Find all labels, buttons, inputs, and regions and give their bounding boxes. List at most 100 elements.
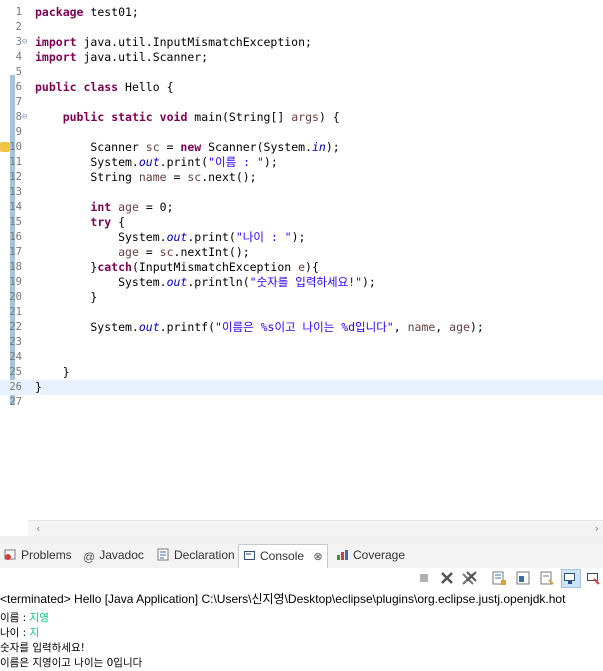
- tab-declaration-label: Declaration: [174, 548, 235, 562]
- code-text: System.out.print("이름 : ");: [35, 155, 278, 169]
- tab-console[interactable]: Console ⊗: [238, 544, 328, 570]
- console-prompt: 이름 :: [0, 612, 30, 624]
- code-line[interactable]: 11 System.out.print("이름 : ");: [0, 155, 603, 170]
- code-text: }: [35, 290, 98, 304]
- code-line[interactable]: 18 }catch(InputMismatchException e){: [0, 260, 603, 275]
- coverage-icon: [336, 546, 349, 560]
- line-number: 6: [15, 81, 22, 93]
- remove-launch-icon[interactable]: [439, 570, 455, 586]
- code-text: }: [35, 380, 42, 394]
- line-number: 13: [9, 186, 22, 198]
- scroll-left-icon[interactable]: ‹: [36, 522, 40, 535]
- code-text: int age = 0;: [90, 200, 174, 214]
- code-line[interactable]: 26}: [0, 380, 603, 395]
- line-number: 4: [15, 51, 22, 63]
- code-line[interactable]: 13: [0, 185, 603, 200]
- word-wrap-icon[interactable]: [515, 570, 531, 586]
- code-text: import java.util.Scanner;: [35, 50, 209, 64]
- code-line[interactable]: 17 age = sc.nextInt();: [0, 245, 603, 260]
- code-line[interactable]: 15 try {: [0, 215, 603, 230]
- code-line[interactable]: 2: [0, 20, 603, 35]
- code-line[interactable]: 25 }: [0, 365, 603, 380]
- line-number: 3: [15, 36, 22, 48]
- console-output[interactable]: <terminated> Hello [Java Application] C:…: [0, 588, 603, 671]
- bottom-view-tabs: Problems @ Javadoc Declaration Console ⊗ …: [0, 544, 603, 570]
- code-line[interactable]: 1 package test01;: [0, 5, 603, 20]
- tab-coverage-label: Coverage: [353, 548, 406, 562]
- tab-declaration[interactable]: Declaration: [153, 544, 239, 568]
- line-number: 23: [9, 336, 22, 348]
- warning-icon[interactable]: [0, 142, 10, 152]
- console-line: 이름은 지영이고 나이는 0입니다: [0, 655, 142, 670]
- console-line: 나이 : 지: [0, 625, 39, 640]
- line-number: 17: [9, 246, 22, 258]
- tab-problems[interactable]: Problems: [0, 544, 76, 568]
- code-text: }catch(InputMismatchException e){: [35, 260, 319, 274]
- console-toolbar: [0, 568, 603, 588]
- console-prompt: 이름은 지영이고 나이는 0입니다: [0, 657, 143, 669]
- line-number: 14: [9, 201, 22, 213]
- code-line[interactable]: 16 System.out.print("나이 : ");: [0, 230, 603, 245]
- line-number: 25: [9, 366, 22, 378]
- code-line[interactable]: 12 String name = sc.next();: [0, 170, 603, 185]
- line-number: 7: [15, 96, 22, 108]
- tab-javadoc-label: Javadoc: [99, 548, 144, 562]
- console-prompt: 나이 :: [0, 627, 30, 639]
- line-number: 5: [15, 66, 22, 78]
- line-number: 26: [9, 381, 22, 393]
- code-line[interactable]: 3 ⊖ import java.util.InputMismatchExceptio…: [0, 35, 603, 50]
- terminate-icon[interactable]: [416, 570, 432, 586]
- code-line[interactable]: 4 import java.util.Scanner;: [0, 50, 603, 65]
- code-line[interactable]: 24: [0, 350, 603, 365]
- code-text: System.out.print("나이 : ");: [35, 230, 306, 244]
- code-line[interactable]: 22 System.out.printf("이름은 %s이고 나이는 %d입니다…: [0, 320, 603, 335]
- code-line[interactable]: 21: [0, 305, 603, 320]
- line-number: 27: [9, 396, 22, 408]
- code-line[interactable]: 23: [0, 335, 603, 350]
- tab-javadoc[interactable]: @ Javadoc: [79, 544, 148, 568]
- line-number: 24: [9, 351, 22, 363]
- line-number: 8: [15, 111, 22, 123]
- line-number: 19: [9, 276, 22, 288]
- console-user-input: 지영: [29, 612, 49, 624]
- code-line[interactable]: 14 int age = 0;: [0, 200, 603, 215]
- code-line[interactable]: 7: [0, 95, 603, 110]
- scroll-lock-icon[interactable]: [491, 570, 507, 586]
- line-number: 12: [9, 171, 22, 183]
- remove-all-terminated-icon[interactable]: [461, 570, 477, 586]
- problems-icon: [4, 546, 17, 560]
- line-number: 15: [9, 216, 22, 228]
- code-text: }: [35, 365, 70, 379]
- console-user-input: 지: [29, 627, 40, 639]
- code-line[interactable]: 20 }: [0, 290, 603, 305]
- code-text: Scanner sc = new Scanner(System.in);: [35, 140, 340, 154]
- show-console-output-icon[interactable]: [539, 570, 555, 586]
- code-line[interactable]: 5: [0, 65, 603, 80]
- close-icon[interactable]: ⊗: [313, 551, 322, 563]
- tab-console-label: Console: [260, 549, 305, 563]
- code-editor[interactable]: 1 package test01; 2 3 ⊖ import java.util.Inpu…: [0, 0, 603, 520]
- tab-problems-label: Problems: [21, 548, 72, 562]
- line-number: 16: [9, 231, 22, 243]
- code-text: public class Hello {: [35, 80, 174, 94]
- line-number: 11: [9, 156, 22, 168]
- fold-toggle-icon[interactable]: ⊖: [22, 35, 27, 50]
- line-number: 22: [9, 321, 22, 333]
- horizontal-scrollbar[interactable]: ‹ ›: [28, 520, 603, 537]
- code-text: String name = sc.next();: [35, 170, 257, 184]
- line-number: 2: [15, 21, 22, 33]
- tab-coverage[interactable]: Coverage: [332, 544, 409, 568]
- line-number: 21: [9, 306, 22, 318]
- code-line[interactable]: 19 System.out.println("숫자를 입력하세요!");: [0, 275, 603, 290]
- scroll-right-icon[interactable]: ›: [595, 522, 599, 535]
- code-line[interactable]: 8 ⊖ public static void main(String[] args…: [0, 110, 603, 125]
- declaration-icon: [157, 546, 170, 561]
- code-line[interactable]: 27: [0, 395, 603, 410]
- code-line[interactable]: 9: [0, 125, 603, 140]
- fold-toggle-icon[interactable]: ⊖: [22, 110, 27, 125]
- code-line[interactable]: 10 Scanner sc = new Scanner(System.in);: [0, 140, 603, 155]
- pin-console-icon[interactable]: [561, 569, 581, 588]
- display-selected-console-icon[interactable]: [585, 570, 601, 586]
- code-text: public static void main(String[] args) {: [62, 110, 340, 124]
- code-line[interactable]: 6 public class Hello {: [0, 80, 603, 95]
